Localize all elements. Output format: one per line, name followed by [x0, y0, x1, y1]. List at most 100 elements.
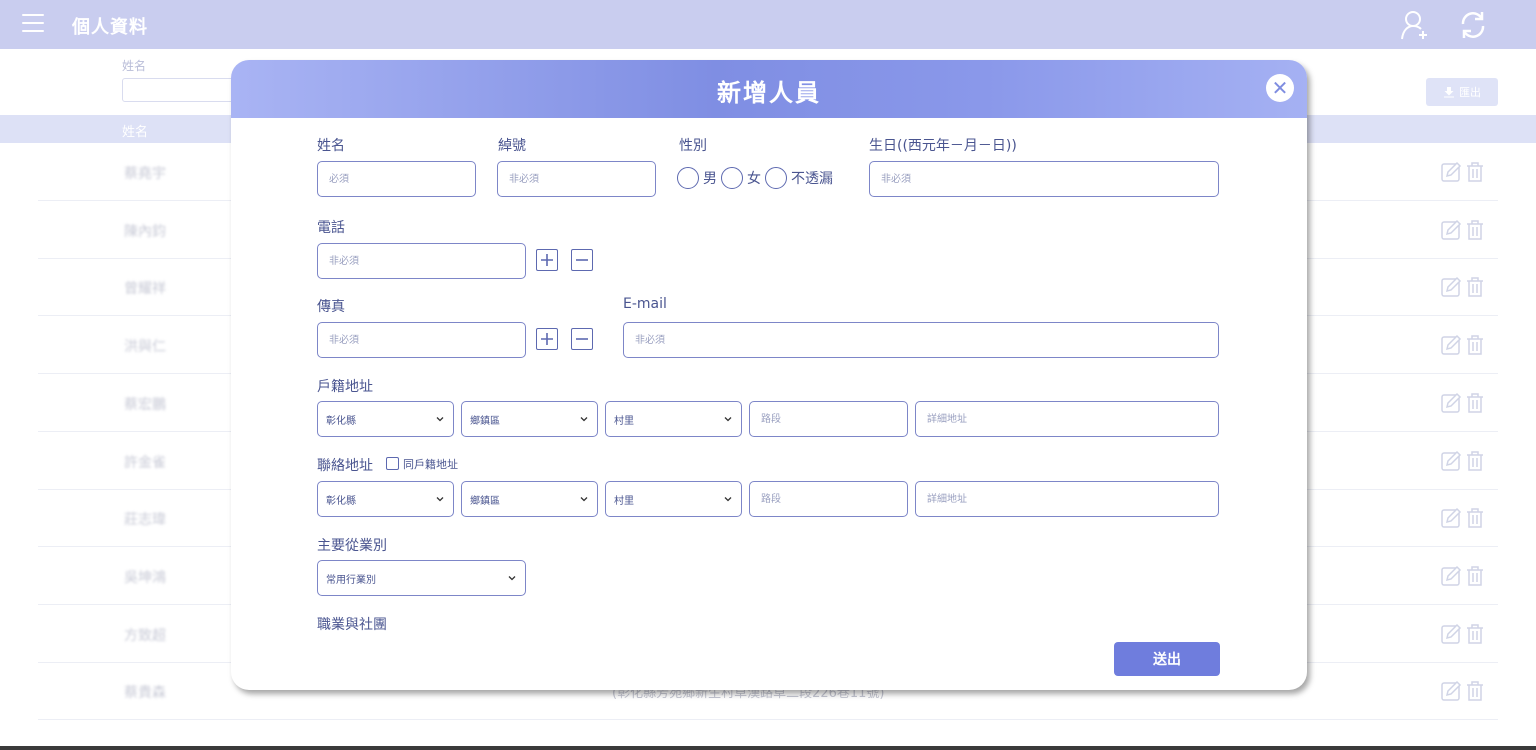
- name-input[interactable]: [317, 161, 476, 197]
- row-name: 許金雀: [124, 454, 166, 471]
- edit-icon[interactable]: [1440, 219, 1462, 241]
- household-county-value: 彰化縣: [326, 415, 356, 427]
- gender-radio-group: 男 女 不透漏: [677, 167, 837, 189]
- row-name: 蔡宏鵬: [124, 396, 166, 413]
- plus-icon: [541, 254, 553, 266]
- row-name: 洪與仁: [124, 339, 166, 356]
- chevron-down-icon: [508, 576, 516, 581]
- row-actions: [1440, 680, 1486, 702]
- add-person-modal: 新增人員 ✕ 姓名 綽號 性別 男 女 不透漏 生日((西元年－月－日)) 電話…: [231, 60, 1307, 690]
- fax-input[interactable]: [317, 322, 526, 358]
- export-label: 匯出: [1459, 86, 1481, 99]
- gender-label: 性別: [679, 138, 707, 154]
- contact-township-value: 鄉鎮區: [470, 495, 500, 507]
- trash-icon[interactable]: [1464, 334, 1486, 356]
- page-title: 個人資料: [72, 17, 148, 38]
- submit-button[interactable]: 送出: [1114, 642, 1220, 676]
- hamburger-menu-icon[interactable]: [22, 14, 44, 34]
- gender-radio-undisclosed[interactable]: [765, 167, 787, 189]
- row-actions: [1440, 392, 1486, 414]
- trash-icon[interactable]: [1464, 680, 1486, 702]
- edit-icon[interactable]: [1440, 334, 1462, 356]
- same-as-household-checkbox[interactable]: [386, 457, 399, 470]
- row-actions: [1440, 334, 1486, 356]
- contact-detail-input[interactable]: [915, 481, 1219, 517]
- birthday-label: 生日((西元年－月－日)): [869, 138, 1017, 154]
- fax-label: 傳真: [317, 299, 345, 315]
- gender-male-label: 男: [703, 171, 717, 187]
- export-button[interactable]: 匯出: [1426, 78, 1498, 106]
- row-name: 莊志瑋: [124, 512, 166, 529]
- gender-radio-female[interactable]: [721, 167, 743, 189]
- add-user-icon[interactable]: [1399, 9, 1431, 41]
- row-name: 曾耀祥: [124, 281, 166, 298]
- contact-county-value: 彰化縣: [326, 495, 356, 507]
- row-name: 陳內鈞: [124, 223, 166, 240]
- edit-icon[interactable]: [1440, 276, 1462, 298]
- refresh-icon[interactable]: [1457, 9, 1489, 41]
- add-phone-button[interactable]: [536, 249, 558, 271]
- edit-icon[interactable]: [1440, 680, 1462, 702]
- filter-name-label: 姓名: [122, 59, 147, 73]
- row-actions: [1440, 219, 1486, 241]
- row-actions: [1440, 450, 1486, 472]
- occupation-value: 常用行業別: [326, 574, 376, 586]
- contact-county-select[interactable]: 彰化縣: [317, 481, 454, 517]
- edit-icon[interactable]: [1440, 161, 1462, 183]
- contact-address-label: 聯絡地址: [317, 458, 373, 474]
- contact-village-value: 村里: [614, 495, 634, 507]
- edit-icon[interactable]: [1440, 450, 1462, 472]
- row-name: 蔡堯宇: [124, 166, 166, 182]
- household-county-select[interactable]: 彰化縣: [317, 401, 454, 437]
- household-village-value: 村里: [614, 415, 634, 427]
- chevron-down-icon: [724, 417, 732, 422]
- name-label: 姓名: [317, 138, 345, 154]
- nickname-input[interactable]: [497, 161, 656, 197]
- household-township-value: 鄉鎮區: [470, 415, 500, 427]
- household-village-select[interactable]: 村里: [605, 401, 742, 437]
- email-label: E-mail: [623, 296, 667, 312]
- household-road-input[interactable]: [749, 401, 908, 437]
- occupation-select[interactable]: 常用行業別: [317, 560, 526, 596]
- row-actions: [1440, 161, 1486, 183]
- trash-icon[interactable]: [1464, 392, 1486, 414]
- household-township-select[interactable]: 鄉鎮區: [461, 401, 598, 437]
- add-fax-button[interactable]: [536, 328, 558, 350]
- contact-village-select[interactable]: 村里: [605, 481, 742, 517]
- row-actions: [1440, 507, 1486, 529]
- chevron-down-icon: [580, 497, 588, 502]
- email-input[interactable]: [623, 322, 1219, 358]
- top-bar: 個人資料: [0, 0, 1536, 49]
- edit-icon[interactable]: [1440, 507, 1462, 529]
- trash-icon[interactable]: [1464, 450, 1486, 472]
- row-actions: [1440, 565, 1486, 587]
- trash-icon[interactable]: [1464, 565, 1486, 587]
- download-icon: [1444, 87, 1454, 98]
- edit-icon[interactable]: [1440, 392, 1462, 414]
- chevron-down-icon: [436, 497, 444, 502]
- same-as-household-label: 同戶籍地址: [403, 458, 458, 471]
- row-actions: [1440, 623, 1486, 645]
- household-detail-input[interactable]: [915, 401, 1219, 437]
- filter-name-input[interactable]: [122, 78, 242, 102]
- remove-phone-button[interactable]: [571, 249, 593, 271]
- close-icon[interactable]: ✕: [1266, 74, 1294, 102]
- trash-icon[interactable]: [1464, 507, 1486, 529]
- gender-radio-male[interactable]: [677, 167, 699, 189]
- edit-icon[interactable]: [1440, 565, 1462, 587]
- chevron-down-icon: [436, 417, 444, 422]
- row-actions: [1440, 276, 1486, 298]
- trash-icon[interactable]: [1464, 161, 1486, 183]
- edit-icon[interactable]: [1440, 623, 1462, 645]
- gender-female-label: 女: [747, 171, 761, 187]
- birthday-input[interactable]: [869, 161, 1219, 197]
- trash-icon[interactable]: [1464, 219, 1486, 241]
- contact-road-input[interactable]: [749, 481, 908, 517]
- remove-fax-button[interactable]: [571, 328, 593, 350]
- phone-input[interactable]: [317, 243, 526, 279]
- chevron-down-icon: [580, 417, 588, 422]
- trash-icon[interactable]: [1464, 623, 1486, 645]
- minus-icon: [576, 338, 588, 340]
- contact-township-select[interactable]: 鄉鎮區: [461, 481, 598, 517]
- trash-icon[interactable]: [1464, 276, 1486, 298]
